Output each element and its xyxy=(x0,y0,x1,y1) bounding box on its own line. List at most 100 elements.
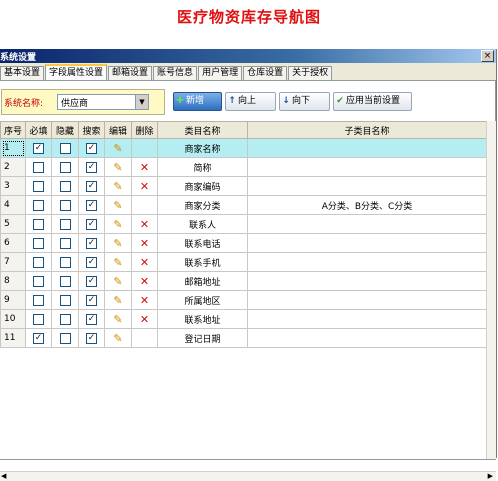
subcategory-name-cell[interactable] xyxy=(247,271,487,291)
add-button[interactable]: ✚ 新增 xyxy=(173,92,222,111)
hidden-checkbox[interactable] xyxy=(59,142,71,154)
category-name-cell[interactable]: 联系人 xyxy=(157,214,248,234)
delete-x-icon[interactable]: ✕ xyxy=(140,313,149,326)
table-row[interactable]: 6 ✓ ✎ ✕ 联系电话 xyxy=(0,233,487,253)
hidden-checkbox[interactable] xyxy=(59,237,71,249)
pencil-icon[interactable]: ✎ xyxy=(113,313,122,326)
search-checkbox[interactable]: ✓ xyxy=(86,332,97,344)
hidden-checkbox[interactable] xyxy=(59,332,71,344)
chevron-down-icon[interactable]: ▼ xyxy=(135,95,148,109)
pencil-icon[interactable]: ✎ xyxy=(113,332,122,345)
category-name-cell[interactable]: 联系手机 xyxy=(157,252,248,272)
pencil-icon[interactable]: ✎ xyxy=(113,275,122,288)
hidden-checkbox[interactable] xyxy=(59,218,71,230)
search-checkbox[interactable]: ✓ xyxy=(86,199,97,211)
search-checkbox[interactable]: ✓ xyxy=(86,180,97,192)
pencil-icon[interactable]: ✎ xyxy=(113,218,122,231)
subcategory-name-cell[interactable] xyxy=(247,176,487,196)
search-checkbox[interactable]: ✓ xyxy=(86,142,97,154)
column-header[interactable]: 搜索 xyxy=(78,121,105,139)
required-checkbox[interactable]: ✓ xyxy=(33,142,44,154)
delete-x-icon[interactable]: ✕ xyxy=(140,256,149,269)
subcategory-name-cell[interactable] xyxy=(247,252,487,272)
row-number-cell[interactable]: 3 xyxy=(0,176,26,196)
pencil-icon[interactable]: ✎ xyxy=(113,161,122,174)
required-checkbox[interactable] xyxy=(33,313,44,325)
table-row[interactable]: 5 ✓ ✎ ✕ 联系人 xyxy=(0,214,487,234)
required-checkbox[interactable] xyxy=(33,237,44,249)
row-number-cell[interactable]: 6 xyxy=(0,233,26,253)
row-number-cell[interactable]: 4 xyxy=(0,195,26,215)
scroll-left-icon[interactable]: ◀ xyxy=(1,472,6,480)
tab-users[interactable]: 用户管理 xyxy=(198,66,243,80)
table-row[interactable]: 1 ✓ ✓ ✎ 商家名称 xyxy=(0,138,487,158)
category-name-cell[interactable]: 邮箱地址 xyxy=(157,271,248,291)
pencil-icon[interactable]: ✎ xyxy=(113,180,122,193)
search-checkbox[interactable]: ✓ xyxy=(86,161,97,173)
move-down-button[interactable]: ↓ 向下 xyxy=(279,92,330,111)
required-checkbox[interactable]: ✓ xyxy=(33,332,44,344)
table-row[interactable]: 10 ✓ ✎ ✕ 联系地址 xyxy=(0,309,487,329)
row-number-cell[interactable]: 10 xyxy=(0,309,26,329)
required-checkbox[interactable] xyxy=(33,180,44,192)
category-name-cell[interactable]: 商家编码 xyxy=(157,176,248,196)
tab-account[interactable]: 账号信息 xyxy=(153,66,198,80)
scroll-right-icon[interactable]: ▶ xyxy=(488,472,493,480)
hidden-checkbox[interactable] xyxy=(59,294,71,306)
category-name-cell[interactable]: 登记日期 xyxy=(157,328,248,348)
search-checkbox[interactable]: ✓ xyxy=(86,275,97,287)
table-row[interactable]: 11 ✓ ✓ ✎ 登记日期 xyxy=(0,328,487,348)
subcategory-name-cell[interactable] xyxy=(247,309,487,329)
column-header[interactable]: 子类目名称 xyxy=(247,121,487,139)
window-titlebar[interactable]: 系统设置 × xyxy=(0,49,496,63)
category-name-cell[interactable]: 简称 xyxy=(157,157,248,177)
delete-x-icon[interactable]: ✕ xyxy=(140,180,149,193)
required-checkbox[interactable] xyxy=(33,199,44,211)
tab-field-properties[interactable]: 字段属性设置 xyxy=(45,64,108,81)
search-checkbox[interactable]: ✓ xyxy=(86,256,97,268)
column-header[interactable]: 删除 xyxy=(131,121,158,139)
column-header[interactable]: 隐藏 xyxy=(51,121,79,139)
vertical-scrollbar[interactable] xyxy=(486,121,496,459)
row-number-cell[interactable]: 1 xyxy=(0,138,26,158)
required-checkbox[interactable] xyxy=(33,256,44,268)
table-row[interactable]: 8 ✓ ✎ ✕ 邮箱地址 xyxy=(0,271,487,291)
system-name-select[interactable]: 供应商 ▼ xyxy=(57,94,149,110)
delete-x-icon[interactable]: ✕ xyxy=(140,275,149,288)
row-number-cell[interactable]: 5 xyxy=(0,214,26,234)
hidden-checkbox[interactable] xyxy=(59,275,71,287)
required-checkbox[interactable] xyxy=(33,218,44,230)
column-header[interactable]: 序号 xyxy=(0,121,26,139)
subcategory-name-cell[interactable] xyxy=(247,138,487,158)
search-checkbox[interactable]: ✓ xyxy=(86,237,97,249)
pencil-icon[interactable]: ✎ xyxy=(113,256,122,269)
table-row[interactable]: 9 ✓ ✎ ✕ 所属地区 xyxy=(0,290,487,310)
row-number-cell[interactable]: 8 xyxy=(0,271,26,291)
column-header[interactable]: 必填 xyxy=(25,121,52,139)
subcategory-name-cell[interactable] xyxy=(247,157,487,177)
subcategory-name-cell[interactable] xyxy=(247,328,487,348)
required-checkbox[interactable] xyxy=(33,275,44,287)
hidden-checkbox[interactable] xyxy=(59,256,71,268)
delete-x-icon[interactable]: ✕ xyxy=(140,294,149,307)
hidden-checkbox[interactable] xyxy=(59,180,71,192)
apply-settings-button[interactable]: ✔ 应用当前设置 xyxy=(333,92,412,111)
close-button[interactable]: × xyxy=(481,50,494,62)
horizontal-scrollbar[interactable]: ◀ ▶ xyxy=(0,471,496,481)
tab-warehouse[interactable]: 仓库设置 xyxy=(243,66,288,80)
tab-basic[interactable]: 基本设置 xyxy=(0,66,45,80)
row-number-cell[interactable]: 11 xyxy=(0,328,26,348)
required-checkbox[interactable] xyxy=(33,161,44,173)
delete-x-icon[interactable]: ✕ xyxy=(140,161,149,174)
subcategory-name-cell[interactable] xyxy=(247,214,487,234)
subcategory-name-cell[interactable] xyxy=(247,290,487,310)
table-row[interactable]: 2 ✓ ✎ ✕ 简称 xyxy=(0,157,487,177)
search-checkbox[interactable]: ✓ xyxy=(86,294,97,306)
hidden-checkbox[interactable] xyxy=(59,313,71,325)
pencil-icon[interactable]: ✎ xyxy=(113,237,122,250)
category-name-cell[interactable]: 商家分类 xyxy=(157,195,248,215)
table-row[interactable]: 7 ✓ ✎ ✕ 联系手机 xyxy=(0,252,487,272)
category-name-cell[interactable]: 联系电话 xyxy=(157,233,248,253)
delete-x-icon[interactable]: ✕ xyxy=(140,237,149,250)
category-name-cell[interactable]: 联系地址 xyxy=(157,309,248,329)
